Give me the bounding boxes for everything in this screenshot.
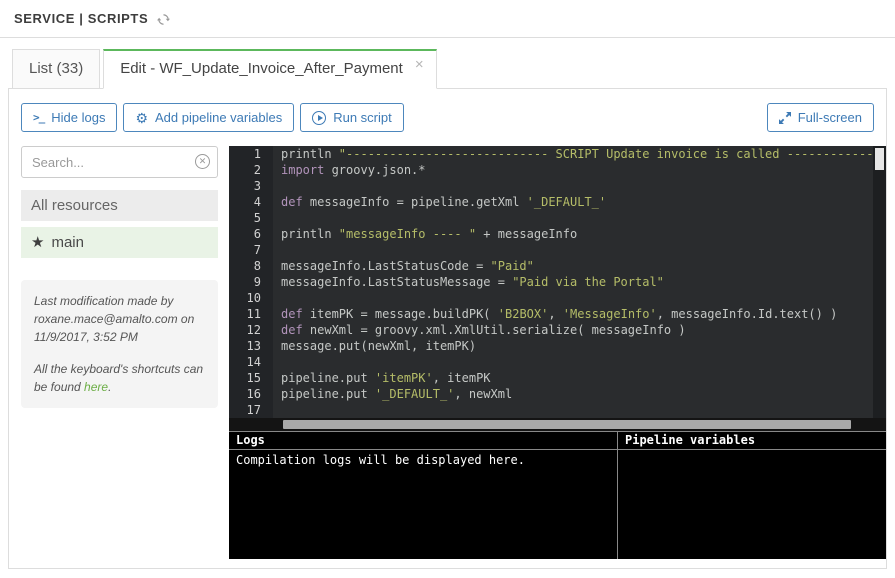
pipeline-variables-body (618, 450, 886, 454)
line-number: 11 (229, 306, 261, 322)
hide-logs-button[interactable]: >_ Hide logs (21, 103, 117, 132)
line-number: 14 (229, 354, 261, 370)
code-line[interactable] (281, 354, 873, 370)
play-icon (312, 111, 326, 125)
code-line[interactable] (281, 178, 873, 194)
fullscreen-button[interactable]: Full-screen (767, 103, 874, 132)
line-number: 7 (229, 242, 261, 258)
code-line[interactable] (281, 402, 873, 418)
line-number: 15 (229, 370, 261, 386)
search-box: ✕ (21, 146, 218, 178)
code-line[interactable]: import groovy.json.* (281, 162, 873, 178)
line-number: 1 (229, 146, 261, 162)
hide-logs-label: Hide logs (51, 110, 105, 125)
add-pipeline-variables-label: Add pipeline variables (155, 110, 282, 125)
gears-icon: ⚙ (135, 111, 148, 125)
panel-body: ✕ All resources ★ main Last modification… (9, 144, 886, 559)
logs-area: Logs Compilation logs will be displayed … (229, 431, 886, 559)
last-modification-text: Last modification made by roxane.mace@am… (34, 292, 205, 346)
editor-gutter: 1234567891011121314151617 (229, 146, 273, 418)
refresh-icon[interactable] (157, 13, 170, 26)
code-line[interactable] (281, 210, 873, 226)
tab-edit-label: Edit - WF_Update_Invoice_After_Payment (120, 60, 403, 77)
sidebar-item-all-resources[interactable]: All resources (21, 190, 218, 221)
logs-placeholder: Compilation logs will be displayed here. (229, 450, 617, 470)
tab-edit-script[interactable]: Edit - WF_Update_Invoice_After_Payment × (103, 49, 436, 89)
line-number: 6 (229, 226, 261, 242)
editor-toolbar: >_ Hide logs ⚙ Add pipeline variables Ru… (9, 89, 886, 144)
shortcuts-prefix: All the keyboard's shortcuts can be foun… (34, 362, 203, 394)
code-line[interactable]: println "messageInfo ---- " + messageInf… (281, 226, 873, 242)
code-line[interactable]: messageInfo.LastStatusCode = "Paid" (281, 258, 873, 274)
resources-sidebar: ✕ All resources ★ main Last modification… (21, 146, 218, 559)
code-line[interactable] (281, 290, 873, 306)
code-line[interactable]: pipeline.put 'itemPK', itemPK (281, 370, 873, 386)
vertical-scrollbar[interactable] (873, 146, 886, 418)
code-line[interactable] (281, 242, 873, 258)
line-number: 4 (229, 194, 261, 210)
line-number: 3 (229, 178, 261, 194)
line-number: 8 (229, 258, 261, 274)
tab-list[interactable]: List (33) (12, 49, 100, 89)
code-line[interactable]: def itemPK = message.buildPK( 'B2BOX', '… (281, 306, 873, 322)
run-script-label: Run script (333, 110, 392, 125)
code-line[interactable]: println "---------------------------- SC… (281, 146, 873, 162)
editor-column: 1234567891011121314151617 println "-----… (229, 146, 886, 559)
line-number: 10 (229, 290, 261, 306)
line-number: 9 (229, 274, 261, 290)
fullscreen-label: Full-screen (798, 110, 862, 125)
breadcrumb: SERVICE | SCRIPTS (14, 11, 148, 26)
code-editor[interactable]: 1234567891011121314151617 println "-----… (229, 146, 886, 418)
run-script-button[interactable]: Run script (300, 103, 404, 132)
star-icon: ★ (31, 235, 44, 250)
code-line[interactable]: def newXml = groovy.xml.XmlUtil.serializ… (281, 322, 873, 338)
line-number: 5 (229, 210, 261, 226)
shortcuts-here-link[interactable]: here (84, 380, 108, 394)
line-number: 17 (229, 402, 261, 418)
logs-header: Logs (229, 432, 617, 450)
code-line[interactable]: pipeline.put '_DEFAULT_', newXml (281, 386, 873, 402)
all-resources-label: All resources (31, 197, 118, 214)
shortcuts-text: All the keyboard's shortcuts can be foun… (34, 360, 205, 396)
terminal-icon: >_ (33, 111, 44, 124)
editor-code[interactable]: println "---------------------------- SC… (273, 146, 873, 418)
info-box: Last modification made by roxane.mace@am… (21, 280, 218, 408)
expand-arrows-icon (779, 112, 791, 124)
code-line[interactable]: def messageInfo = pipeline.getXml '_DEFA… (281, 194, 873, 210)
pipeline-variables-panel: Pipeline variables (618, 432, 886, 559)
pipeline-variables-header: Pipeline variables (618, 432, 886, 450)
line-number: 13 (229, 338, 261, 354)
vertical-scrollbar-thumb[interactable] (875, 148, 884, 170)
shortcuts-suffix: . (108, 380, 111, 394)
code-line[interactable]: message.put(newXml, itemPK) (281, 338, 873, 354)
sidebar-item-main[interactable]: ★ main (21, 227, 218, 258)
main-item-label: main (51, 234, 84, 251)
tab-bar: List (33) Edit - WF_Update_Invoice_After… (12, 48, 895, 88)
add-pipeline-variables-button[interactable]: ⚙ Add pipeline variables (123, 103, 294, 132)
line-number: 12 (229, 322, 261, 338)
line-number: 2 (229, 162, 261, 178)
line-number: 16 (229, 386, 261, 402)
horizontal-scrollbar[interactable] (229, 418, 886, 431)
app-header: SERVICE | SCRIPTS (0, 0, 895, 38)
tab-close-icon[interactable]: × (415, 56, 424, 73)
search-clear-icon[interactable]: ✕ (195, 154, 210, 169)
code-line[interactable]: messageInfo.LastStatusMessage = "Paid vi… (281, 274, 873, 290)
tab-list-label: List (33) (29, 60, 83, 77)
search-input[interactable] (21, 146, 218, 178)
horizontal-scrollbar-thumb[interactable] (283, 420, 851, 429)
logs-panel: Logs Compilation logs will be displayed … (229, 432, 618, 559)
script-editor-panel: >_ Hide logs ⚙ Add pipeline variables Ru… (8, 88, 887, 569)
